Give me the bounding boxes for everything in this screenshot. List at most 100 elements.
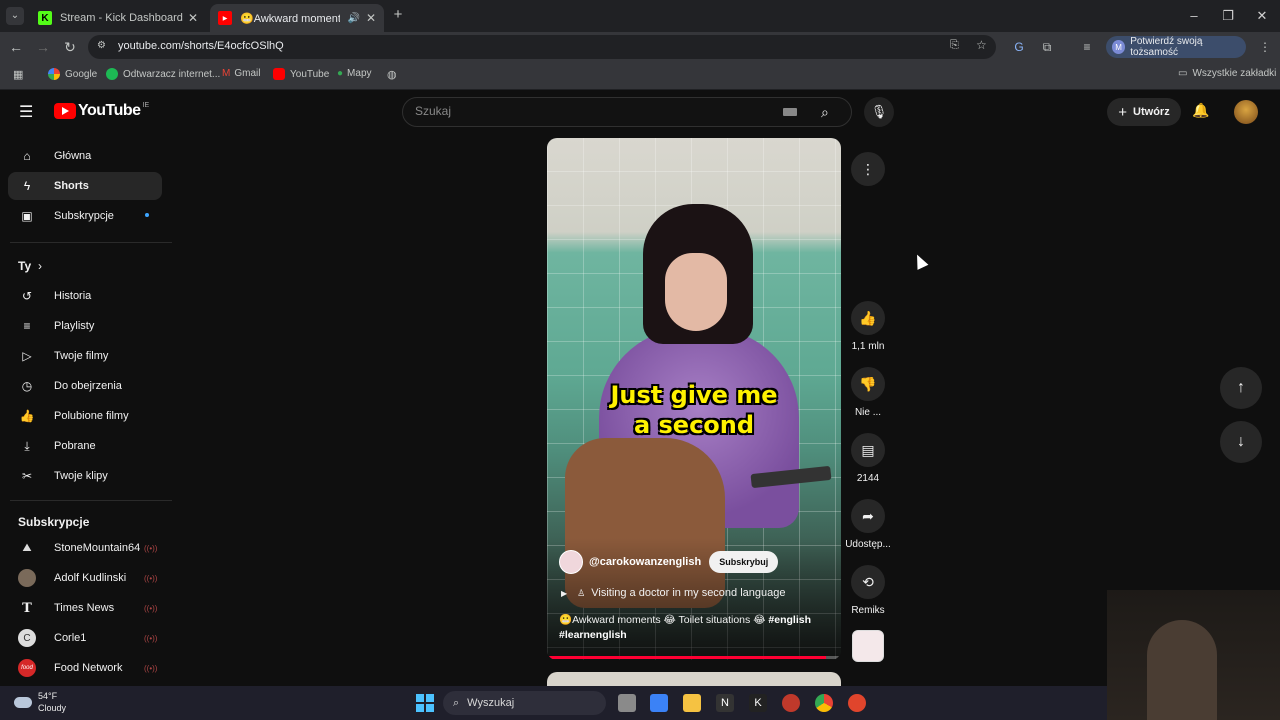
keyboard-icon[interactable] (783, 108, 797, 116)
sidebar-item-your-videos[interactable]: ▷ Twoje filmy (8, 342, 162, 370)
sidebar-item-home[interactable]: ⌂ Główna (8, 142, 162, 170)
identity-button[interactable]: M Potwierdź swoją tożsamość (1106, 36, 1246, 58)
taskbar-search[interactable]: ⌕ Wyszukaj (443, 691, 606, 715)
search-input[interactable] (415, 104, 775, 118)
sidebar-item-liked-videos[interactable]: 👍 Polubione filmy (8, 402, 162, 430)
app-red-icon[interactable] (848, 694, 866, 712)
more-options-button[interactable]: ⋮ (851, 152, 885, 186)
bookmark-google[interactable]: Google (48, 68, 97, 80)
bookmark-spotify[interactable]: Odtwarzacz internet... (106, 68, 220, 80)
minimize-button[interactable]: – (1184, 6, 1204, 26)
live-icon: ((•)) (144, 633, 158, 643)
sidebar-you-heading[interactable]: Ty › (10, 252, 164, 280)
hashtag[interactable]: #english (768, 614, 811, 626)
clips-icon: ✂ (21, 469, 33, 483)
reload-button[interactable]: ↻ (60, 37, 80, 57)
short-video-player[interactable]: Just give me a second @carokowanzenglish… (547, 138, 841, 660)
tab-kick-dashboard[interactable]: K Stream - Kick Dashboard ✕ (30, 4, 206, 32)
share-button[interactable]: ➦ (851, 499, 885, 533)
tab-youtube-short[interactable]: ▶ 😬Awkward moments 😂 | 🔊 ✕ (210, 4, 384, 32)
subscribe-button[interactable]: Subskrybuj (709, 551, 779, 573)
subscription-item[interactable]: C Corle1 ((•)) (8, 624, 162, 652)
previous-short-button[interactable]: ↑ (1220, 367, 1262, 409)
apps-icon[interactable]: ▦ (13, 68, 23, 81)
forward-button[interactable]: → (33, 37, 53, 57)
sidebar-item-watch-later[interactable]: ◷ Do obejrzenia (8, 372, 162, 400)
bookmark-label: Gmail (234, 68, 261, 79)
next-short-preview[interactable] (547, 672, 841, 686)
sound-thumbnail[interactable] (852, 630, 884, 662)
comments-count: 2144 (856, 473, 880, 484)
comments-button[interactable]: ▤ (851, 433, 885, 467)
file-explorer-icon[interactable] (683, 694, 701, 712)
folder-icon: ▭ (1178, 68, 1188, 79)
live-icon: ((•)) (144, 543, 158, 553)
media-control-icon[interactable]: ≡ (1078, 38, 1096, 56)
sidebar-item-shorts[interactable]: ϟ Shorts (8, 172, 162, 200)
task-view-icon[interactable] (618, 694, 636, 712)
close-icon[interactable]: ✕ (188, 11, 198, 25)
maximize-button[interactable]: ❐ (1218, 6, 1238, 26)
windows-start-icon[interactable] (416, 694, 434, 712)
subscription-item[interactable]: T Times News ((•)) (8, 594, 162, 622)
account-avatar[interactable] (1234, 100, 1258, 124)
video-description[interactable]: 😬Awkward moments 😂 Toilet situations 😂 #… (559, 613, 829, 643)
audio-icon[interactable]: 🔊 (348, 13, 360, 24)
weather-widget[interactable]: 54°F Cloudy (14, 690, 66, 714)
bookmark-label: Google (65, 68, 98, 80)
new-tab-button[interactable]: + (390, 7, 406, 23)
subscription-item[interactable]: ⛰ StoneMountain64 ((•)) (8, 534, 162, 562)
url-text[interactable]: youtube.com/shorts/E4ocfcOSlhQ (118, 40, 284, 52)
next-short-button[interactable]: ↓ (1220, 421, 1262, 463)
channel-avatar[interactable] (559, 550, 583, 574)
like-count: 1,1 mln (851, 341, 885, 352)
search-icon[interactable]: ⌕ (821, 104, 829, 121)
subscription-item[interactable]: Adolf Kudlinski ((•)) (8, 564, 162, 592)
app-k-icon[interactable]: K (749, 694, 767, 712)
store-icon[interactable] (650, 694, 668, 712)
sidebar-item-playlists[interactable]: ≡ Playlisty (8, 312, 162, 340)
google-icon (48, 68, 60, 80)
bookmark-gmail[interactable]: M Gmail (222, 68, 260, 79)
globe-icon: ◍ (387, 69, 397, 81)
sidebar-item-downloads[interactable]: ⤓ Pobrane (8, 432, 162, 460)
menu-icon[interactable]: ⋮ (1256, 38, 1274, 56)
bookmark-star-icon[interactable]: ☆ (976, 38, 987, 52)
bookmark-globe[interactable]: ◍ (387, 68, 397, 81)
back-button[interactable]: ← (6, 37, 26, 57)
all-bookmarks[interactable]: ▭ Wszystkie zakładki (1178, 68, 1276, 79)
microphone-icon[interactable]: 🎙 (864, 97, 894, 127)
progress-bar[interactable] (547, 656, 841, 659)
address-bar[interactable]: ⚙ youtube.com/shorts/E4ocfcOSlhQ ⎘ ☆ (88, 35, 996, 59)
bookmark-maps[interactable]: ● Mapy (337, 68, 372, 79)
remix-button[interactable]: ⟲ (851, 565, 885, 599)
sidebar-item-history[interactable]: ↺ Historia (8, 282, 162, 310)
channel-name[interactable]: @carokowanzenglish (589, 556, 701, 568)
create-button[interactable]: + Utwórz (1107, 98, 1181, 126)
sidebar-item-your-clips[interactable]: ✂ Twoje klipy (8, 462, 162, 490)
sidebar-item-subscriptions[interactable]: ▣ Subskrypcje (8, 202, 162, 230)
hamburger-menu-icon[interactable]: ☰ (19, 102, 33, 122)
close-window-button[interactable]: ✕ (1252, 6, 1272, 26)
hashtag[interactable]: #learnenglish (559, 629, 627, 641)
translate-icon[interactable]: G (1010, 38, 1028, 56)
subscription-item[interactable]: food Food Network ((•)) (8, 654, 162, 682)
app-n-icon[interactable]: N (716, 694, 734, 712)
site-info-icon[interactable]: ⚙ (97, 40, 106, 51)
dislike-button[interactable]: 👎 (851, 367, 885, 401)
profile-avatar: M (1112, 40, 1126, 54)
youtube-logo[interactable]: YouTube IE (54, 102, 149, 120)
app-game-icon[interactable] (782, 694, 800, 712)
extensions-icon[interactable]: ⧉ (1038, 38, 1056, 56)
close-icon[interactable]: ✕ (366, 11, 376, 25)
install-app-icon[interactable]: ⎘ (950, 39, 959, 52)
playlist-link[interactable]: ▶ ♙ Visiting a doctor in my second langu… (561, 587, 786, 599)
bookmark-youtube[interactable]: YouTube (273, 68, 329, 80)
like-button[interactable]: 👍 (851, 301, 885, 335)
tab-search-button[interactable]: ⌄ (6, 7, 24, 25)
search-box: ⌕ (402, 97, 852, 127)
notifications-bell-icon[interactable]: 🔔 (1192, 102, 1209, 119)
spotify-icon (106, 68, 118, 80)
chrome-icon[interactable] (815, 694, 833, 712)
youtube-header: ☰ YouTube IE ⌕ 🎙 + Utwórz 🔔 (0, 90, 1280, 134)
